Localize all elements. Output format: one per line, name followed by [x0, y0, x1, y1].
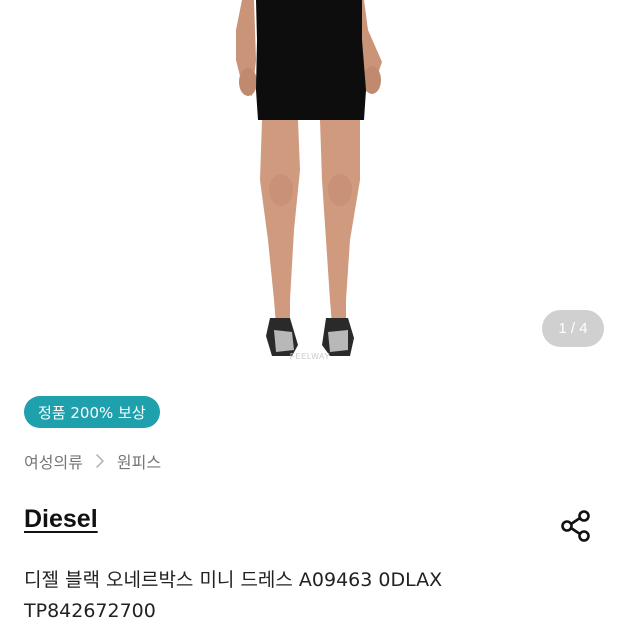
share-button[interactable] [558, 508, 594, 544]
breadcrumb-item-dresses[interactable]: 원피스 [117, 449, 161, 473]
brand-link[interactable]: Diesel [24, 505, 98, 534]
product-photo-dress [236, 0, 382, 356]
authenticity-guarantee-badge[interactable]: 정품 200% 보상 [24, 396, 160, 428]
share-icon [561, 510, 590, 542]
product-title-line2: TP842672700 [24, 600, 156, 622]
product-title: 디젤 블랙 오네르박스 미니 드레스 A09463 0DLAX TP842672… [24, 565, 594, 627]
breadcrumb: 여성의류 원피스 [24, 448, 161, 474]
product-image-gallery[interactable]: FEELWAY 1 / 4 [0, 0, 620, 370]
image-page-indicator: 1 / 4 [542, 310, 604, 347]
chevron-right-icon [95, 453, 105, 469]
product-title-line1: 디젤 블랙 오네르박스 미니 드레스 A09463 0DLAX [24, 569, 443, 591]
image-watermark: FEELWAY [289, 352, 331, 361]
breadcrumb-item-womens-clothing[interactable]: 여성의류 [24, 449, 83, 473]
